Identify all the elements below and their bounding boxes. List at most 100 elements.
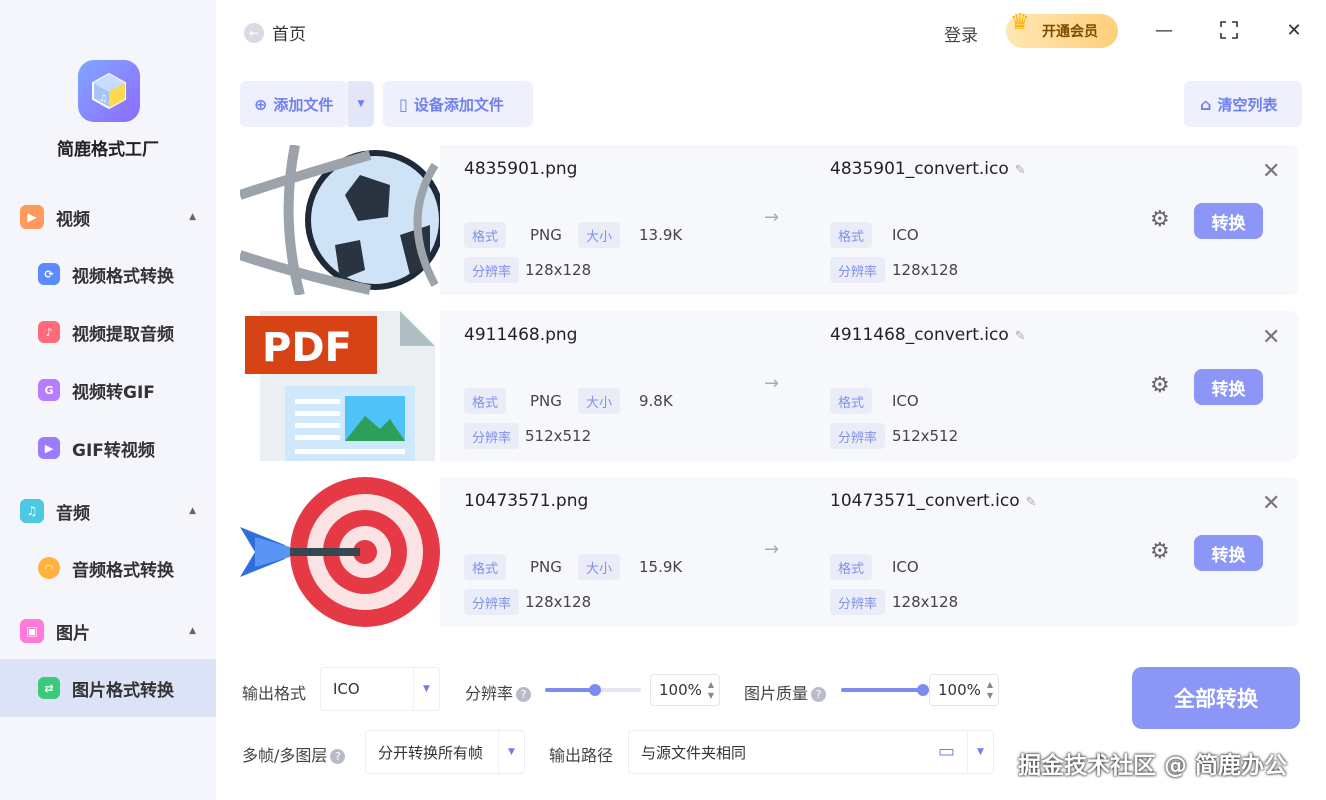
output-file-name[interactable]: 4835901_convert.ico ✎: [830, 159, 1026, 179]
format-tag: 格式: [830, 388, 873, 414]
file-thumbnail: [240, 477, 440, 627]
caret-up-icon: ▲: [189, 626, 196, 636]
source-format: PNG: [530, 226, 562, 244]
device-add-file-button[interactable]: ▯ 设备添加文件: [383, 81, 533, 127]
stepper-icon[interactable]: ▲ ▼: [708, 679, 714, 701]
maximize-icon: [1220, 21, 1238, 39]
back-label: 首页: [272, 25, 306, 45]
remove-file-close-icon[interactable]: ✕: [1262, 491, 1280, 516]
nav-category-label: 音频: [56, 503, 90, 524]
remove-file-close-icon[interactable]: ✕: [1262, 159, 1280, 184]
minimize-button[interactable]: —: [1152, 18, 1176, 42]
slider-knob[interactable]: [589, 684, 601, 696]
output-format: ICO: [892, 558, 919, 576]
gif-video-icon: ▶: [38, 437, 60, 459]
format-tag: 格式: [464, 222, 507, 248]
help-icon[interactable]: ?: [811, 687, 827, 702]
arrow-right-icon: →: [764, 539, 780, 560]
quality-setting-label: 图片质量?: [744, 680, 827, 704]
quality-percent-input[interactable]: 100% ▲ ▼: [929, 674, 999, 706]
nav-item-label: 视频格式转换: [72, 266, 174, 287]
app-logo-icon: ♫: [78, 60, 140, 122]
close-window-button[interactable]: ✕: [1282, 18, 1306, 42]
resolution-tag: 分辨率: [830, 423, 886, 449]
image-category-icon: ▣: [20, 619, 44, 643]
format-tag: 格式: [830, 554, 873, 580]
nav-category-audio[interactable]: ♫ 音频 ▲: [0, 491, 216, 531]
settings-gear-icon[interactable]: ⚙: [1150, 539, 1170, 564]
output-file-name[interactable]: 10473571_convert.ico ✎: [830, 491, 1037, 511]
remove-file-close-icon[interactable]: ✕: [1262, 325, 1280, 350]
settings-gear-icon[interactable]: ⚙: [1150, 207, 1170, 232]
output-format-label: 输出格式: [242, 684, 307, 703]
watermark: 掘金技术社区 @ 简鹿办公: [1018, 753, 1288, 779]
multiframe-value: 分开转换所有帧: [378, 743, 484, 762]
output-name-text: 4911468_convert.ico: [830, 325, 1009, 345]
nav-category-video[interactable]: ▶ 视频 ▲: [0, 197, 216, 237]
pencil-icon[interactable]: ✎: [1015, 163, 1026, 178]
size-tag: 大小: [578, 222, 621, 248]
size-tag: 大小: [578, 388, 621, 414]
source-resolution: 128x128: [525, 593, 592, 611]
output-resolution: 512x512: [892, 427, 959, 445]
source-resolution: 128x128: [525, 261, 592, 279]
format-tag: 格式: [464, 554, 507, 580]
output-file-name[interactable]: 4911468_convert.ico ✎: [830, 325, 1026, 345]
quality-slider[interactable]: [841, 684, 929, 696]
video-convert-icon: ⟳: [38, 263, 60, 285]
resolution-tag: 分辨率: [830, 589, 886, 615]
slider-knob[interactable]: [917, 684, 929, 696]
login-button[interactable]: 登录: [944, 21, 978, 46]
chevron-down-icon: ▼: [357, 99, 365, 109]
convert-button[interactable]: 转换: [1194, 535, 1263, 571]
vip-button[interactable]: ♛ 开通会员: [1006, 10, 1118, 48]
help-icon[interactable]: ?: [516, 687, 532, 702]
nav-item-video-convert[interactable]: ⟳ 视频格式转换: [0, 249, 216, 299]
add-file-dropdown[interactable]: ▼: [348, 81, 374, 127]
app-name: 简鹿格式工厂: [57, 140, 159, 160]
multiframe-label-text: 多帧/多图层: [242, 746, 328, 765]
settings-gear-icon[interactable]: ⚙: [1150, 373, 1170, 398]
file-row: 4835901.png 格式 PNG 大小 13.9K 分辨率 128x128 …: [240, 145, 1298, 295]
output-format: ICO: [892, 226, 919, 244]
source-size: 15.9K: [639, 558, 683, 576]
resolution-percent-input[interactable]: 100% ▲ ▼: [650, 674, 720, 706]
convert-button[interactable]: 转换: [1194, 203, 1263, 239]
nav-category-label: 图片: [56, 623, 90, 644]
source-size: 9.8K: [639, 392, 673, 410]
folder-icon[interactable]: ▭: [938, 741, 955, 762]
output-format-select[interactable]: ICO ▼: [320, 667, 440, 711]
stepper-icon[interactable]: ▲ ▼: [987, 679, 993, 701]
back-home-button[interactable]: ← 首页: [244, 20, 306, 45]
output-name-text: 10473571_convert.ico: [830, 491, 1020, 511]
pencil-icon[interactable]: ✎: [1015, 329, 1026, 344]
device-add-label: 设备添加文件: [413, 95, 504, 114]
back-arrow-icon: ←: [244, 22, 264, 43]
resolution-slider[interactable]: [545, 684, 641, 696]
maximize-button[interactable]: [1217, 18, 1241, 42]
format-tag: 格式: [830, 222, 873, 248]
multiframe-select[interactable]: 分开转换所有帧 ▼: [365, 730, 525, 774]
source-format: PNG: [530, 558, 562, 576]
plus-circle-icon: ⊕: [254, 94, 268, 114]
pencil-icon[interactable]: ✎: [1026, 495, 1037, 510]
nav-item-image-convert[interactable]: ⇄ 图片格式转换: [0, 659, 216, 717]
nav-item-video-extract-audio[interactable]: ♪ 视频提取音频: [0, 307, 216, 357]
nav-item-video-to-gif[interactable]: G 视频转GIF: [0, 365, 216, 415]
nav-category-image[interactable]: ▣ 图片 ▲: [0, 611, 216, 651]
quality-label-text: 图片质量: [744, 684, 809, 703]
gif-icon: G: [38, 379, 60, 401]
nav-item-audio-convert[interactable]: ◠ 音频格式转换: [0, 543, 216, 593]
output-path-value: 与源文件夹相同: [641, 743, 747, 762]
crown-icon: ♛: [1010, 10, 1030, 35]
help-icon[interactable]: ?: [330, 749, 346, 764]
output-path-label: 输出路径: [549, 746, 614, 765]
svg-text:♫: ♫: [99, 94, 107, 104]
convert-button[interactable]: 转换: [1194, 369, 1263, 405]
add-file-button[interactable]: ⊕ 添加文件: [240, 81, 348, 127]
output-path-select[interactable]: 与源文件夹相同 ▭ ▼: [628, 730, 994, 774]
clear-list-button[interactable]: ⌂ 清空列表: [1184, 81, 1302, 127]
output-format: ICO: [892, 392, 919, 410]
nav-item-gif-to-video[interactable]: ▶ GIF转视频: [0, 423, 216, 473]
convert-all-button[interactable]: 全部转换: [1132, 667, 1300, 729]
